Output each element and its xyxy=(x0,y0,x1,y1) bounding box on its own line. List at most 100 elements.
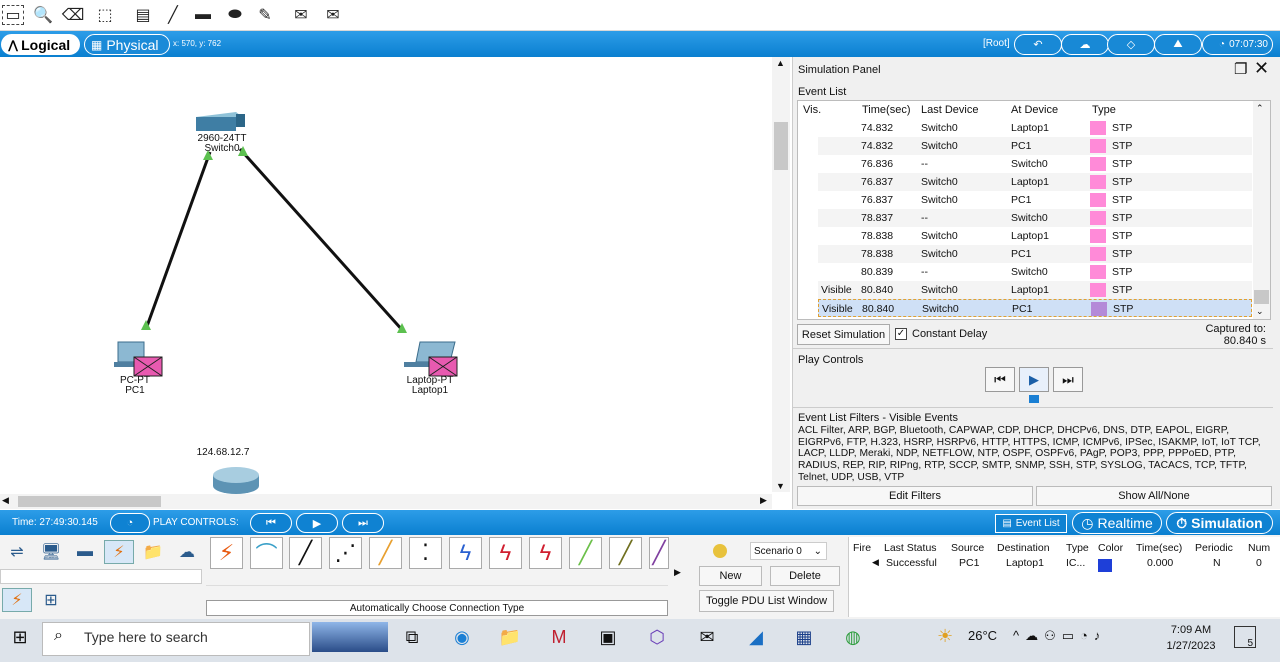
wireshark-icon[interactable]: ◢ xyxy=(742,624,770,650)
event-row[interactable]: 78.838 Switch0 Laptop1 STP xyxy=(818,227,1252,245)
packet-tracer-icon[interactable]: ✉ xyxy=(693,624,721,650)
dev-cpp-icon[interactable]: ▦ xyxy=(790,624,818,650)
edge-icon[interactable]: ◉ xyxy=(448,624,476,650)
close-icon[interactable]: ✕ xyxy=(1254,58,1269,79)
event-header-type[interactable]: Type xyxy=(1092,104,1116,116)
event-scroll-down-icon[interactable]: ⌄ xyxy=(1256,306,1264,317)
viewport-icon[interactable]: ◇ xyxy=(1107,34,1155,55)
windows-start-icon[interactable]: ⊞ xyxy=(6,624,34,650)
show-all-none-button[interactable]: Show All/None xyxy=(1036,486,1272,506)
workspace-vertical-scroll-thumb[interactable] xyxy=(774,122,788,170)
navigation-icon[interactable]: ↶ xyxy=(1014,34,1062,55)
components-icon[interactable]: ▬ xyxy=(70,540,100,564)
notification-icon[interactable]: 5 xyxy=(1234,626,1256,649)
play-button[interactable]: ▶ xyxy=(1019,367,1049,392)
weather-icon[interactable]: ☀ xyxy=(937,626,953,647)
inspect-icon[interactable]: 🔍 xyxy=(32,5,54,25)
usb-cable-icon[interactable]: ╱ xyxy=(649,537,669,569)
scroll-left-icon[interactable]: ◀ xyxy=(2,495,9,506)
file-explorer-icon[interactable]: 📁 xyxy=(496,624,524,650)
event-header-last-device[interactable]: Last Device xyxy=(921,104,978,116)
mcafee-icon[interactable]: M xyxy=(545,624,573,650)
end-devices-icon[interactable]: 🖥 xyxy=(36,540,66,564)
bar-back-button[interactable]: ⏮ xyxy=(250,513,292,533)
event-row[interactable]: 78.837 -- Switch0 STP xyxy=(818,209,1252,227)
crossover-cable-icon[interactable]: ⋰ xyxy=(329,537,362,569)
serial-dte-cable-icon[interactable]: ϟ xyxy=(529,537,562,569)
console-cable-icon[interactable]: ⌒ xyxy=(250,537,283,569)
settings-app-icon[interactable]: ⬡ xyxy=(643,624,671,650)
connections-subcategory-icon[interactable]: ⚡ xyxy=(2,588,32,612)
bar-play-button[interactable]: ▶ xyxy=(296,513,338,533)
fire-icon[interactable]: ◀ xyxy=(872,557,879,568)
connections-icon[interactable]: ⚡ xyxy=(104,540,134,564)
event-scroll-thumb[interactable] xyxy=(1254,290,1269,304)
multiuser-icon[interactable]: ☁ xyxy=(172,540,202,564)
new-scenario-button[interactable]: New xyxy=(699,566,762,586)
info-icon[interactable] xyxy=(713,544,727,558)
constant-delay-checkbox[interactable]: ✓ xyxy=(895,328,907,340)
event-header-at-device[interactable]: At Device xyxy=(1011,104,1058,116)
app-icon[interactable]: ▣ xyxy=(594,624,622,650)
event-header-time[interactable]: Time(sec) xyxy=(862,104,910,116)
chrome-icon[interactable]: ◍ xyxy=(839,624,867,650)
straight-through-cable-icon[interactable]: ╱ xyxy=(289,537,322,569)
serial-dce-cable-icon[interactable]: ϟ xyxy=(489,537,522,569)
toggle-pdu-list-button[interactable]: Toggle PDU List Window xyxy=(699,590,834,612)
event-list-scrollbar[interactable] xyxy=(1253,101,1270,319)
workspace-horizontal-scroll-thumb[interactable] xyxy=(18,496,161,507)
taskbar-temperature[interactable]: 26°C xyxy=(968,628,997,643)
freeform-icon[interactable]: ✎ xyxy=(254,5,276,25)
environment-icon[interactable]: ⛰ xyxy=(1154,34,1202,55)
back-button[interactable]: ⏮ xyxy=(985,367,1015,392)
draw-line-icon[interactable]: ╱ xyxy=(162,5,184,25)
iot-custom-cable-icon[interactable]: ╱ xyxy=(609,537,642,569)
octal-cable-icon[interactable]: ╱ xyxy=(569,537,602,569)
top-clock-button[interactable]: ◔ 07:07:30 xyxy=(1202,34,1273,55)
miscellaneous-icon[interactable]: 📁 xyxy=(138,540,168,564)
event-row[interactable]: 74.832 Switch0 Laptop1 STP xyxy=(818,119,1252,137)
scroll-up-icon[interactable]: ▲ xyxy=(776,58,785,68)
event-row[interactable]: 78.838 Switch0 PC1 STP xyxy=(818,245,1252,263)
scenario-select[interactable]: Scenario 0 ⌄ xyxy=(750,542,827,560)
task-view-icon[interactable]: ⧉ xyxy=(398,624,426,650)
taskbar-clock[interactable]: 7:09 AM 1/27/2023 xyxy=(1160,622,1222,654)
event-header-vis[interactable]: Vis. xyxy=(803,104,821,116)
reset-simulation-button[interactable]: Reset Simulation xyxy=(797,324,890,345)
bar-forward-button[interactable]: ⏭ xyxy=(342,513,384,533)
draw-rectangle-icon[interactable]: ▬ xyxy=(192,5,214,25)
add-complex-pdu-icon[interactable]: ✉ xyxy=(322,5,344,25)
system-tray-icons[interactable]: ^☁⚇▭◔♪ xyxy=(1013,628,1106,644)
auto-connection-icon[interactable]: ⚡ xyxy=(210,537,243,569)
event-list-button[interactable]: ▤ Event List xyxy=(995,514,1067,533)
simulation-mode-button[interactable]: ⏱ Simulation xyxy=(1166,512,1273,534)
event-row[interactable]: 76.837 Switch0 Laptop1 STP xyxy=(818,173,1252,191)
place-note-icon[interactable]: ▤ xyxy=(132,5,154,25)
delete-scenario-button[interactable]: Delete xyxy=(770,566,840,586)
fiber-cable-icon[interactable]: ╱ xyxy=(369,537,402,569)
event-row[interactable]: 76.837 Switch0 PC1 STP xyxy=(818,191,1252,209)
delete-icon[interactable]: ⌫ xyxy=(62,5,85,25)
scroll-right-icon[interactable]: ▶ xyxy=(760,495,767,506)
set-tiled-background-icon[interactable]: ☁ xyxy=(1061,34,1109,55)
event-row[interactable]: 80.839 -- Switch0 STP xyxy=(818,263,1252,281)
grid-icon[interactable]: ⊞ xyxy=(36,588,66,612)
phone-cable-icon[interactable]: ⁚ xyxy=(409,537,442,569)
coaxial-cable-icon[interactable]: ϟ xyxy=(449,537,482,569)
restore-window-icon[interactable]: ❐ xyxy=(1234,60,1247,78)
network-devices-icon[interactable]: ⇌ xyxy=(2,540,32,564)
realtime-mode-button[interactable]: ◷ Realtime xyxy=(1072,512,1162,534)
tab-logical[interactable]: ⋀ Logical xyxy=(1,34,80,55)
event-row[interactable]: Visible 80.840 Switch0 PC1 STP xyxy=(818,299,1252,317)
event-row[interactable]: Visible 80.840 Switch0 Laptop1 STP xyxy=(818,281,1252,299)
scroll-down-icon[interactable]: ▼ xyxy=(776,481,785,491)
resize-shape-icon[interactable]: ⬚ xyxy=(94,5,116,25)
select-icon[interactable]: ▭ xyxy=(2,5,24,25)
add-simple-pdu-icon[interactable]: ✉ xyxy=(290,5,312,25)
root-label[interactable]: [Root] xyxy=(983,38,1010,49)
play-speed-slider[interactable] xyxy=(1029,395,1039,403)
event-row[interactable]: 76.836 -- Switch0 STP xyxy=(818,155,1252,173)
edit-filters-button[interactable]: Edit Filters xyxy=(797,486,1033,506)
expand-arrow-icon[interactable]: ▶ xyxy=(674,567,681,578)
device-search-input[interactable] xyxy=(0,569,202,584)
